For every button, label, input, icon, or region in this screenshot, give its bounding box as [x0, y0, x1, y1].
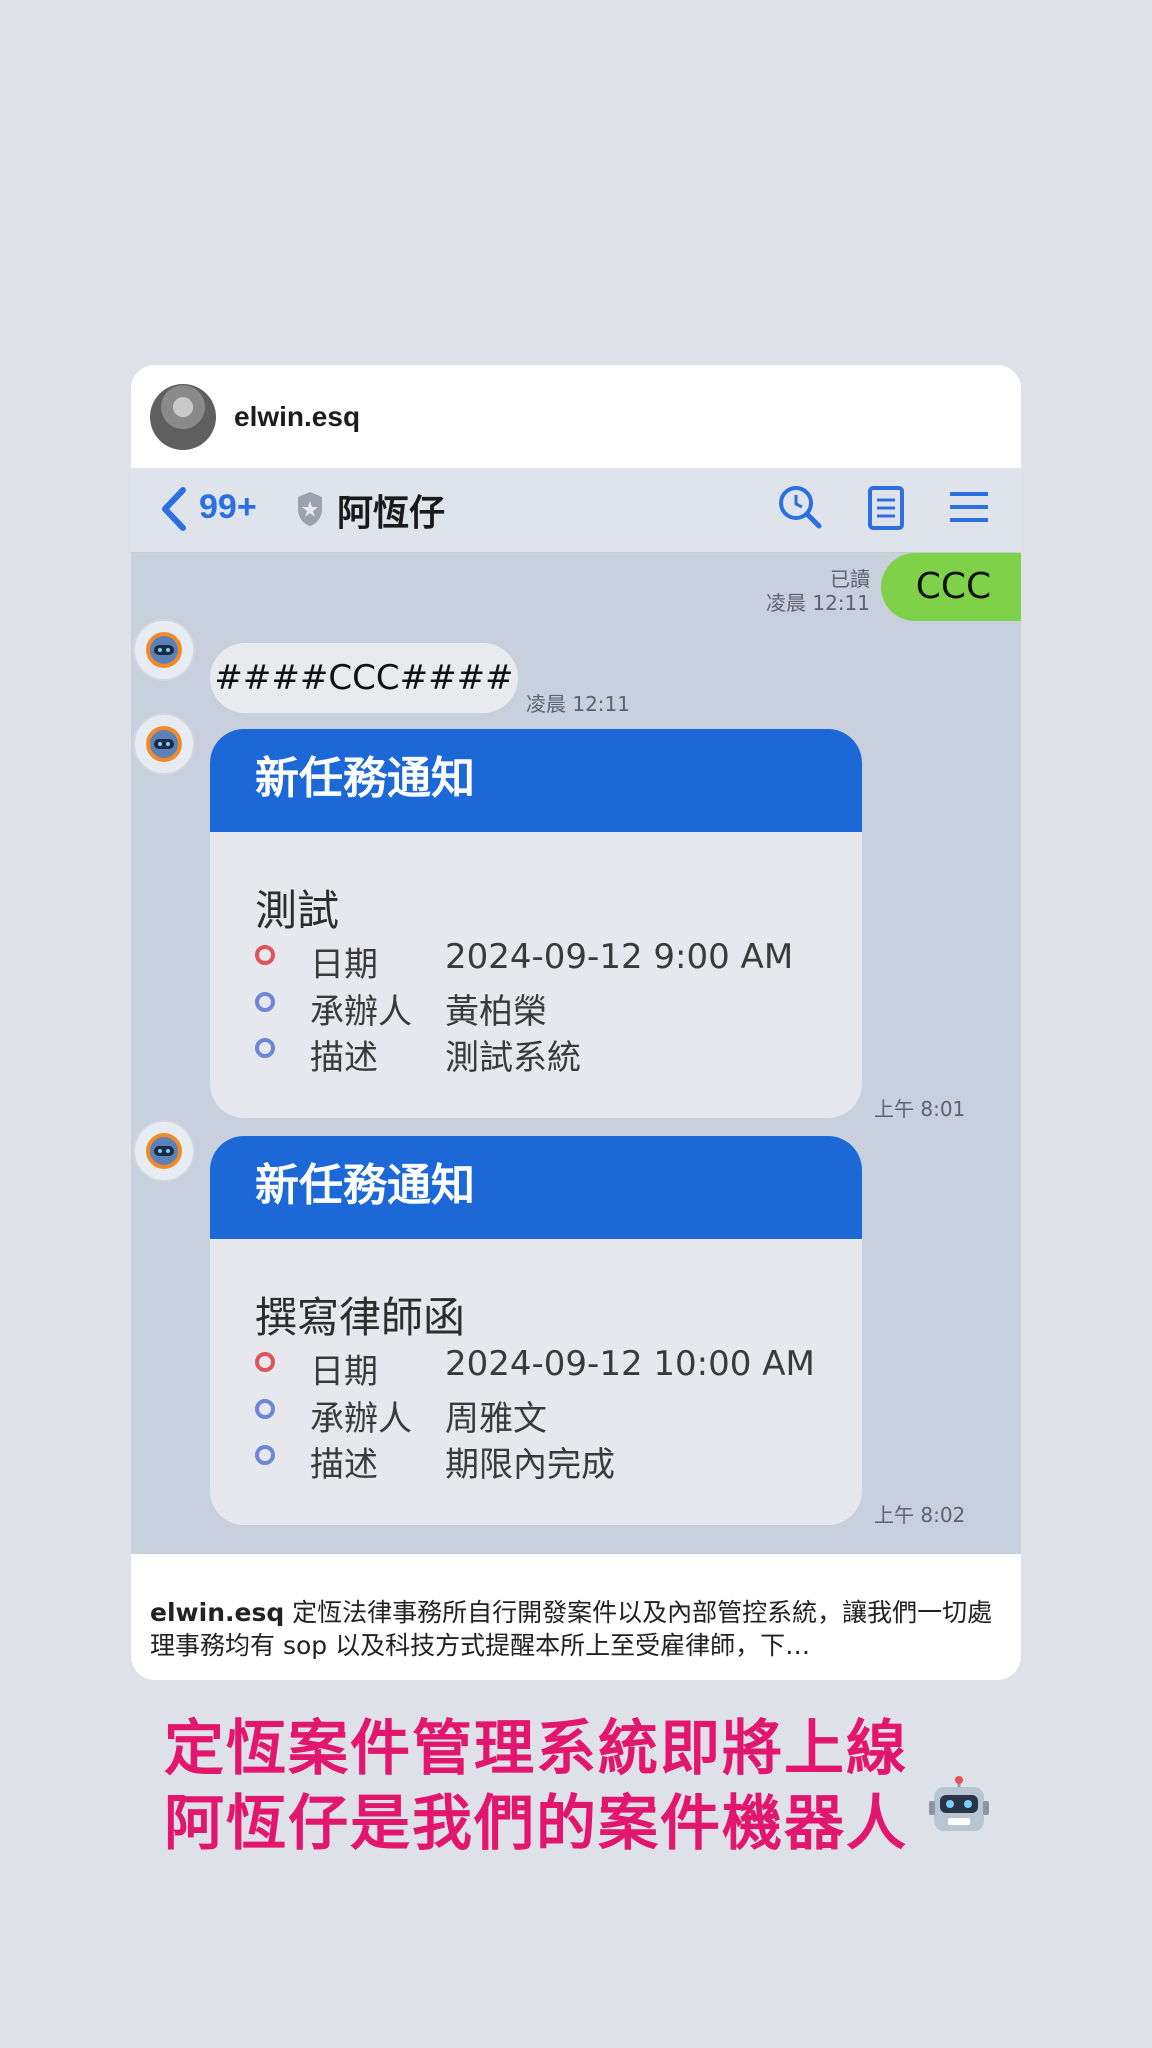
post-header: elwin.esq: [131, 365, 1021, 468]
chat-header: 99+ 阿恆仔: [131, 468, 1021, 553]
robot-avatar-icon: [146, 1133, 182, 1169]
caption-text: elwin.esq 定恆法律事務所自行開發案件以及內部管控系統，讓我們一切處理事…: [150, 1596, 1008, 1662]
bot-avatar[interactable]: [133, 619, 195, 681]
task-row-label: 描述: [310, 1038, 378, 1078]
robot-face-icon: [929, 1776, 989, 1831]
task-row-value: 2024-09-12 10:00 AM: [445, 1344, 815, 1384]
task-header: 新任務通知: [210, 729, 862, 832]
menu-icon[interactable]: [944, 482, 994, 532]
story-card: elwin.esq 99+ 阿恆仔 已讀 凌晨 12:11 CCC ####CC…: [131, 365, 1021, 1680]
task-row-label: 承辦人: [310, 992, 412, 1032]
post-username[interactable]: elwin.esq: [234, 401, 360, 433]
received-time: 凌晨 12:11: [526, 692, 630, 716]
robot-avatar-icon: [146, 632, 182, 668]
received-message-bubble[interactable]: ####CCC####: [210, 643, 518, 713]
task-row-label: 日期: [310, 945, 378, 985]
sent-time: 凌晨 12:11: [766, 591, 870, 615]
read-label: 已讀: [830, 567, 870, 591]
task-header: 新任務通知: [210, 1136, 862, 1239]
blue-ring-icon: [255, 992, 275, 1012]
task-row-label: 日期: [310, 1352, 378, 1392]
back-chevron-icon[interactable]: [155, 482, 195, 536]
read-receipt: 已讀 凌晨 12:11: [766, 567, 870, 615]
task-card[interactable]: 新任務通知 撰寫律師函 日期 2024-09-12 10:00 AM 承辦人 周…: [210, 1136, 862, 1525]
blue-ring-icon: [255, 1038, 275, 1058]
task-row-value: 黃柏榮: [445, 992, 547, 1032]
blue-ring-icon: [255, 1399, 275, 1419]
task-title: 撰寫律師函: [255, 1293, 466, 1342]
chat-name: 阿恆仔: [337, 493, 446, 534]
blue-ring-icon: [255, 1445, 275, 1465]
bot-avatar[interactable]: [133, 1120, 195, 1182]
notes-icon[interactable]: [861, 482, 911, 532]
task-time: 上午 8:02: [874, 1503, 966, 1527]
task-row-value: 周雅文: [445, 1399, 547, 1439]
sent-message-bubble[interactable]: CCC: [881, 553, 1021, 621]
task-title: 測試: [255, 886, 340, 935]
user-avatar[interactable]: [150, 384, 216, 450]
chat-area[interactable]: 已讀 凌晨 12:11 CCC ####CCC#### 凌晨 12:11 新任務…: [131, 553, 1021, 1554]
bot-avatar[interactable]: [133, 713, 195, 775]
unread-count[interactable]: 99+: [199, 488, 257, 527]
promo-line-2: 阿恆仔是我們的案件機器人: [164, 1789, 908, 1859]
task-card[interactable]: 新任務通知 測試 日期 2024-09-12 9:00 AM 承辦人 黃柏榮 描…: [210, 729, 862, 1118]
task-row-label: 描述: [310, 1445, 378, 1485]
task-row-value: 測試系統: [445, 1038, 581, 1078]
robot-avatar-icon: [146, 726, 182, 762]
task-row-label: 承辦人: [310, 1399, 412, 1439]
task-row-value: 期限內完成: [445, 1445, 615, 1485]
task-row-value: 2024-09-12 9:00 AM: [445, 937, 794, 977]
search-icon[interactable]: [775, 482, 825, 532]
task-time: 上午 8:01: [874, 1097, 966, 1121]
caption-username[interactable]: elwin.esq: [150, 1598, 284, 1627]
red-ring-icon: [255, 945, 275, 965]
post-caption[interactable]: elwin.esq 定恆法律事務所自行開發案件以及內部管控系統，讓我們一切處理事…: [131, 1580, 1021, 1680]
shield-icon: [298, 492, 322, 526]
red-ring-icon: [255, 1352, 275, 1372]
promo-line-1: 定恆案件管理系統即將上線: [164, 1714, 908, 1784]
